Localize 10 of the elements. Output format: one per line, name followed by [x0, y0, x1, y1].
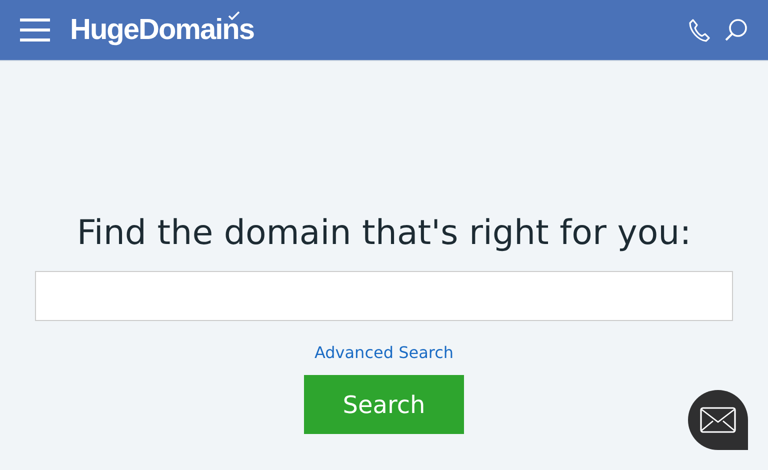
search-icon[interactable]	[724, 18, 748, 42]
checkmark-icon	[228, 10, 240, 20]
advanced-search-link[interactable]: Advanced Search	[314, 343, 454, 362]
search-heading: Find the domain that's right for you:	[76, 213, 692, 253]
logo[interactable]: HugeDomains	[70, 14, 254, 46]
domain-search-field[interactable]	[35, 271, 733, 321]
envelope-icon	[700, 407, 736, 433]
menu-icon[interactable]	[20, 18, 50, 42]
phone-icon[interactable]	[688, 18, 710, 42]
search-button[interactable]: Search	[304, 375, 464, 434]
